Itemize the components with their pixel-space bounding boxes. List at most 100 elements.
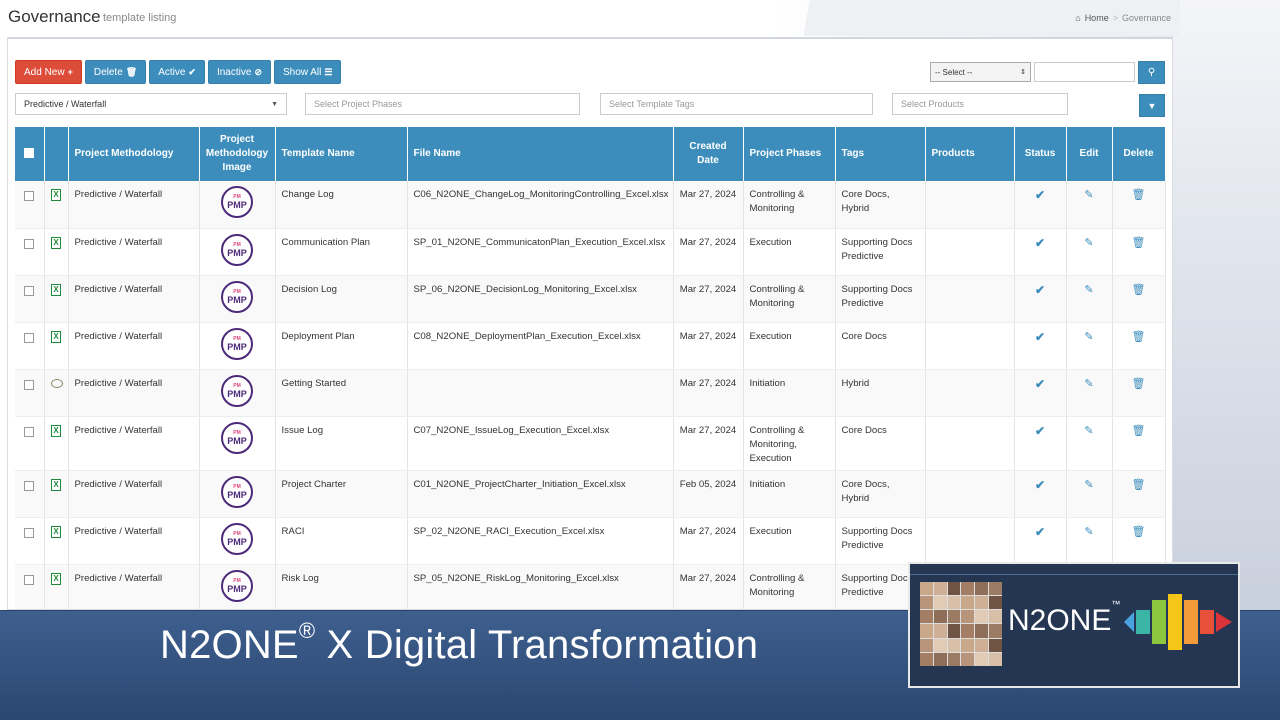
check-icon[interactable]: ✔ bbox=[1035, 188, 1045, 202]
table-row[interactable]: X Predictive / Waterfall PM PMP Issue Lo… bbox=[15, 416, 1166, 471]
column-header[interactable]: Status bbox=[1014, 127, 1067, 181]
add-new-button[interactable]: Add New + bbox=[15, 60, 82, 84]
file-type-cell: X bbox=[44, 416, 69, 471]
ban-icon: ⊘ bbox=[254, 66, 262, 77]
logo-bar-yellow bbox=[1168, 594, 1182, 650]
template-name-cell: Issue Log bbox=[275, 416, 408, 471]
check-icon[interactable]: ✔ bbox=[1035, 424, 1045, 438]
table-row[interactable]: X Predictive / Waterfall PM PMP Decision… bbox=[15, 275, 1166, 323]
edit-icon[interactable]: ✎ bbox=[1084, 331, 1093, 343]
delete-cell: 🗑 bbox=[1112, 416, 1166, 471]
table-row[interactable]: X Predictive / Waterfall PM PMP Change L… bbox=[15, 181, 1166, 229]
row-checkbox[interactable] bbox=[24, 285, 35, 296]
table-row[interactable]: X Predictive / Waterfall PM PMP RACI SP_… bbox=[15, 517, 1166, 565]
tags-cell: Hybrid bbox=[835, 369, 926, 417]
column-header[interactable]: Products bbox=[925, 127, 1015, 181]
table-row[interactable]: X Predictive / Waterfall PM PMP Project … bbox=[15, 470, 1166, 518]
trash-icon[interactable]: 🗑 bbox=[1132, 425, 1146, 437]
trash-icon[interactable]: 🗑 bbox=[1132, 526, 1146, 538]
trash-icon[interactable]: 🗑 bbox=[1132, 378, 1146, 390]
photo-tile bbox=[975, 638, 989, 652]
logo-right-arrow bbox=[1216, 612, 1232, 632]
products-cell bbox=[925, 416, 1015, 471]
search-field-select[interactable]: -- Select -- ⇕ bbox=[930, 62, 1031, 82]
search-input[interactable] bbox=[1034, 62, 1135, 82]
file-name-cell bbox=[407, 369, 674, 417]
select-arrows-icon: ⇕ bbox=[1020, 69, 1026, 76]
column-header[interactable]: Created Date bbox=[673, 127, 744, 181]
file-type-cell: X bbox=[44, 517, 69, 565]
add-new-label: Add New bbox=[24, 66, 65, 78]
page-title: Governance bbox=[8, 7, 101, 26]
type-header bbox=[44, 127, 69, 181]
methodology-select[interactable]: Predictive / Waterfall ▼ bbox=[15, 93, 287, 115]
trash-icon[interactable]: 🗑 bbox=[1132, 189, 1146, 201]
edit-icon[interactable]: ✎ bbox=[1084, 284, 1093, 296]
project-phases-cell: Execution bbox=[743, 228, 836, 276]
active-button[interactable]: Active ✔ bbox=[149, 60, 205, 84]
table-row[interactable]: X Predictive / Waterfall PM PMP Communic… bbox=[15, 228, 1166, 276]
edit-icon[interactable]: ✎ bbox=[1084, 425, 1093, 437]
column-header[interactable]: Project Methodology bbox=[68, 127, 200, 181]
edit-icon[interactable]: ✎ bbox=[1084, 237, 1093, 249]
banner-title-main: N2ONE bbox=[160, 623, 299, 667]
row-checkbox[interactable] bbox=[24, 238, 35, 249]
template-tags-select[interactable]: Select Template Tags bbox=[600, 93, 873, 115]
column-header[interactable]: Tags bbox=[835, 127, 926, 181]
photo-tile bbox=[989, 624, 1002, 638]
delete-button[interactable]: Delete 🗑 bbox=[84, 60, 147, 84]
row-checkbox[interactable] bbox=[24, 379, 35, 390]
pmp-badge-icon: PM PMP bbox=[221, 233, 253, 266]
row-checkbox[interactable] bbox=[24, 480, 35, 491]
plus-icon: + bbox=[67, 67, 73, 77]
methodology-image-cell: PM PMP bbox=[199, 275, 276, 323]
people-photo-grid bbox=[920, 582, 1002, 666]
trash-icon[interactable]: 🗑 bbox=[1132, 331, 1146, 343]
trash-icon[interactable]: 🗑 bbox=[1132, 237, 1146, 249]
search-button[interactable]: ⚲ bbox=[1138, 61, 1165, 84]
row-checkbox[interactable] bbox=[24, 574, 35, 585]
row-select-cell bbox=[15, 564, 45, 609]
row-checkbox[interactable] bbox=[24, 426, 35, 437]
table-row[interactable]: X Predictive / Waterfall PM PMP Deployme… bbox=[15, 322, 1166, 370]
products-select[interactable]: Select Products bbox=[892, 93, 1068, 115]
project-phases-cell: Execution bbox=[743, 517, 836, 565]
edit-icon[interactable]: ✎ bbox=[1084, 479, 1093, 491]
trash-icon[interactable]: 🗑 bbox=[1132, 479, 1146, 491]
check-icon[interactable]: ✔ bbox=[1035, 330, 1045, 344]
edit-cell: ✎ bbox=[1066, 517, 1113, 565]
check-icon[interactable]: ✔ bbox=[1035, 377, 1045, 391]
filter-button[interactable]: ▼ bbox=[1139, 94, 1165, 117]
table-row[interactable]: Predictive / Waterfall PM PMP Getting St… bbox=[15, 369, 1166, 417]
trash-icon: 🗑 bbox=[125, 66, 138, 77]
photo-tile bbox=[975, 610, 989, 624]
column-header[interactable]: Project Phases bbox=[743, 127, 836, 181]
logo-left-arrow bbox=[1124, 612, 1134, 632]
column-header[interactable]: File Name bbox=[407, 127, 674, 181]
edit-icon[interactable]: ✎ bbox=[1084, 526, 1093, 538]
edit-icon[interactable]: ✎ bbox=[1084, 189, 1093, 201]
project-phases-select[interactable]: Select Project Phases bbox=[305, 93, 580, 115]
row-checkbox[interactable] bbox=[24, 191, 35, 201]
row-checkbox[interactable] bbox=[24, 332, 35, 343]
trash-icon[interactable]: 🗑 bbox=[1132, 284, 1146, 296]
inactive-button[interactable]: Inactive ⊘ bbox=[207, 60, 271, 84]
breadcrumb-home[interactable]: Home bbox=[1085, 13, 1109, 23]
status-cell: ✔ bbox=[1014, 369, 1067, 417]
column-header[interactable]: Project Methodology Image bbox=[199, 127, 276, 181]
show-all-button[interactable]: Show All ☰ bbox=[273, 60, 342, 84]
pmp-badge-label: PMP bbox=[227, 341, 247, 352]
edit-cell: ✎ bbox=[1066, 322, 1113, 370]
column-header[interactable]: Template Name bbox=[275, 127, 408, 181]
check-icon[interactable]: ✔ bbox=[1035, 283, 1045, 297]
file-type-cell: X bbox=[44, 181, 69, 229]
photo-tile bbox=[933, 638, 947, 652]
photo-tile bbox=[947, 582, 961, 596]
check-icon[interactable]: ✔ bbox=[1035, 525, 1045, 539]
check-icon[interactable]: ✔ bbox=[1035, 478, 1045, 492]
check-icon[interactable]: ✔ bbox=[1035, 236, 1045, 250]
methodology-cell: Predictive / Waterfall bbox=[68, 564, 200, 609]
edit-icon[interactable]: ✎ bbox=[1084, 378, 1093, 390]
row-checkbox[interactable] bbox=[24, 527, 35, 538]
select-all-checkbox[interactable] bbox=[24, 148, 35, 158]
